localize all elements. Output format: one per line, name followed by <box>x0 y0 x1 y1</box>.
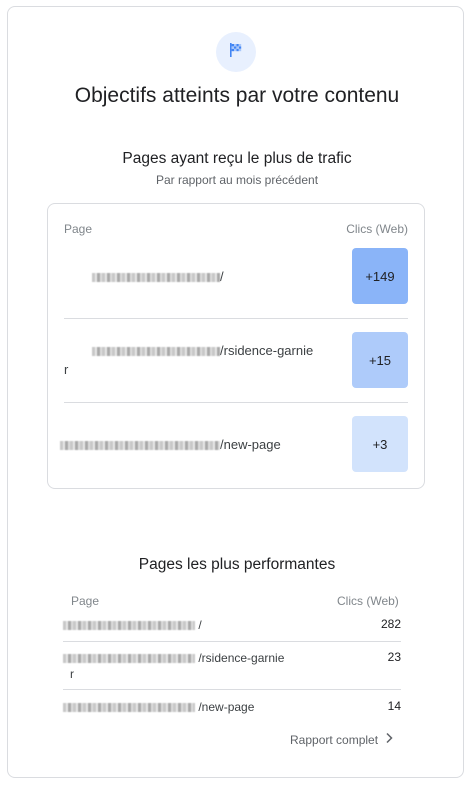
top-page-row[interactable]: /rsidence-garnie r +15 <box>64 318 408 403</box>
redacted-url <box>63 703 195 713</box>
clicks-value: 23 <box>387 650 401 664</box>
clicks-change-badge: +15 <box>352 332 408 388</box>
page-url: /new-page <box>60 402 342 486</box>
redacted-url <box>63 654 195 664</box>
table-row[interactable]: /rsidence-garnie r 23 <box>63 641 401 690</box>
col-header-clicks: Clics (Web) <box>337 594 399 608</box>
chevron-right-icon <box>384 732 394 747</box>
page-url: / <box>64 234 342 318</box>
top-page-row[interactable]: /new-page +3 <box>60 402 408 486</box>
redacted-url <box>92 272 220 282</box>
clicks-value: 282 <box>380 617 401 631</box>
page-url: /new-page <box>63 699 303 715</box>
top-pages-card: Page Clics (Web) / +149 /rsidence-garnie… <box>47 203 425 489</box>
page-url: /rsidence-garnie r <box>64 343 314 377</box>
col-header-page: Page <box>71 594 100 608</box>
best-pages-title: Pages les plus performantes <box>138 556 336 573</box>
full-report-link[interactable]: Rapport complet <box>290 732 394 747</box>
flag-icon <box>227 41 245 64</box>
page-url: / <box>63 617 303 633</box>
redacted-url <box>63 621 195 631</box>
top-page-row[interactable]: / +149 <box>64 234 408 319</box>
clicks-change-badge: +149 <box>352 248 408 304</box>
full-report-label: Rapport complet <box>290 732 379 747</box>
table-row[interactable]: / 282 <box>63 610 401 642</box>
page-title: Objectifs atteints par votre contenu <box>74 84 400 107</box>
redacted-url <box>60 440 220 450</box>
clicks-value: 14 <box>387 699 401 713</box>
table-row[interactable]: /new-page 14 <box>63 689 401 719</box>
top-pages-subtitle: Par rapport au mois précédent <box>155 173 319 187</box>
page-url: /rsidence-garnie r <box>63 650 303 682</box>
top-pages-title: Pages ayant reçu le plus de trafic <box>122 150 352 167</box>
redacted-url <box>92 347 220 357</box>
flag-badge <box>216 32 256 72</box>
clicks-change-badge: +3 <box>352 416 408 472</box>
